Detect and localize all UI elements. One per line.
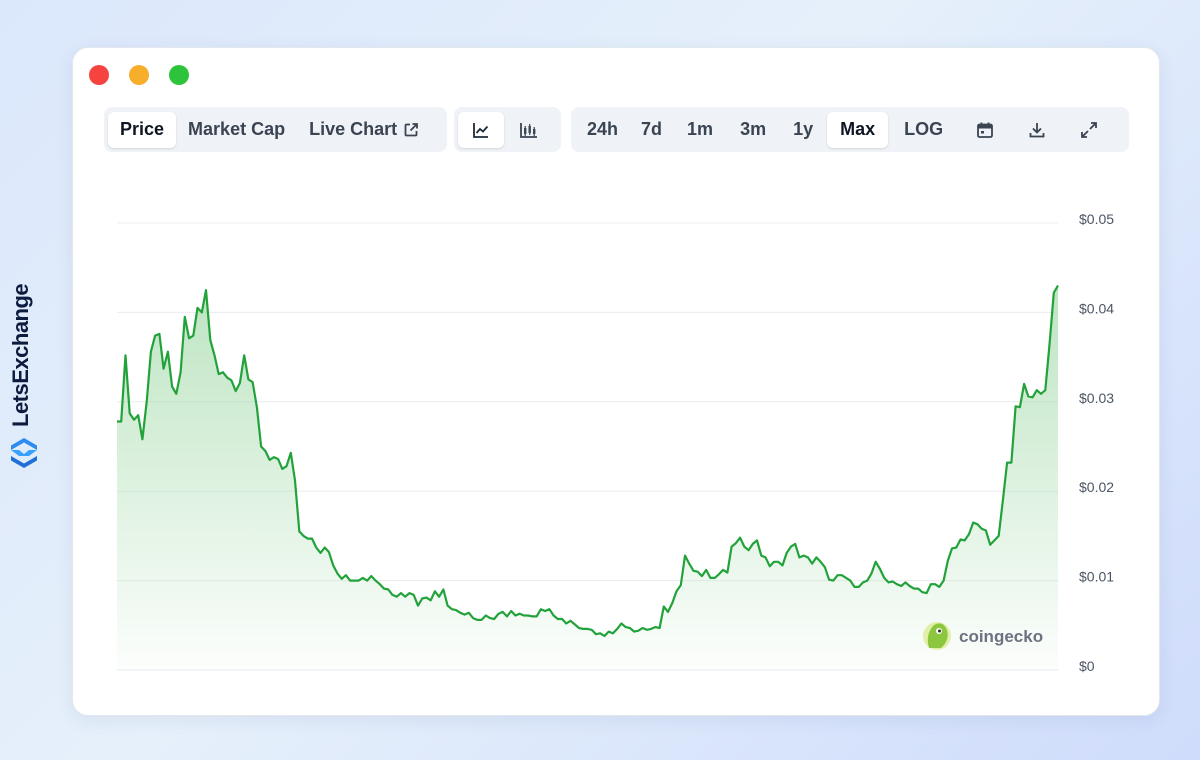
y-tick-label: $0.05 bbox=[1079, 211, 1114, 227]
coingecko-watermark: coingecko bbox=[923, 622, 1043, 650]
brand-name: LetsExchange bbox=[8, 283, 33, 427]
y-tick-label: $0.04 bbox=[1079, 300, 1114, 316]
y-tick-label: $0.03 bbox=[1079, 390, 1114, 406]
brand: LetsExchange bbox=[8, 283, 40, 475]
y-tick-label: $0.01 bbox=[1079, 569, 1114, 585]
y-tick-label: $0.02 bbox=[1079, 479, 1114, 495]
letsexchange-logo-icon bbox=[11, 438, 37, 468]
chart-window: Price Market Cap Live Chart 24h 7d 1m 3m… bbox=[72, 47, 1160, 716]
watermark-text: coingecko bbox=[959, 627, 1043, 646]
price-chart: $0 $0.01 $0.02 $0.03 $0.04 $0.05 coingecko bbox=[117, 211, 1114, 674]
price-area-fill bbox=[117, 285, 1058, 670]
y-tick-label: $0 bbox=[1079, 658, 1095, 674]
y-axis-labels: $0 $0.01 $0.02 $0.03 $0.04 $0.05 bbox=[1079, 211, 1114, 674]
coingecko-logo-icon bbox=[923, 622, 951, 650]
